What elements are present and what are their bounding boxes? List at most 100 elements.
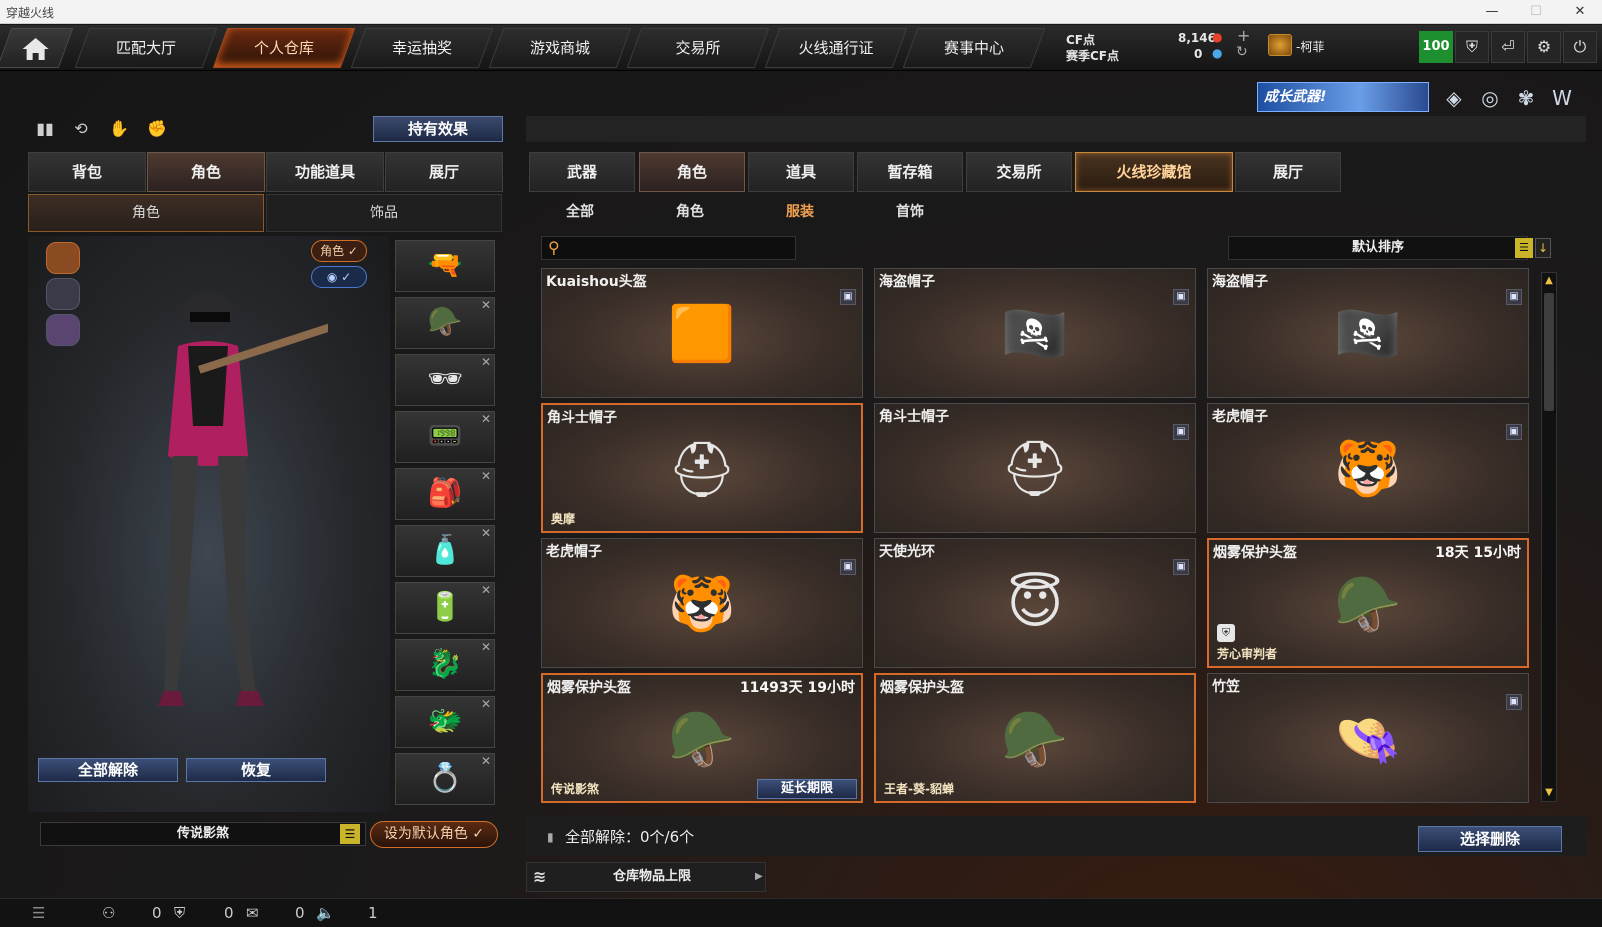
right-subtab-1[interactable]: 角色	[645, 200, 735, 224]
lock-icon[interactable]: ▣	[1173, 559, 1189, 575]
nav-tab-2[interactable]: 幸运抽奖	[350, 28, 494, 68]
minimize-button[interactable]: —	[1470, 0, 1514, 24]
right-tab-6[interactable]: 展厅	[1235, 152, 1341, 192]
sort-direction-icon[interactable]: ↓	[1535, 238, 1551, 258]
equipment-slot[interactable]: 📟 ✕	[395, 411, 495, 463]
right-tab-0[interactable]: 武器	[529, 152, 635, 192]
set-default-role-button[interactable]: 设为默认角色 ✓	[370, 821, 498, 848]
bulk-release-text[interactable]: 全部解除：0个/6个	[565, 826, 694, 847]
remove-icon[interactable]: ✕	[481, 754, 491, 768]
extend-period-button[interactable]: 延长期限	[757, 779, 857, 799]
right-tab-5[interactable]: 火线珍藏馆	[1075, 152, 1233, 192]
right-subtab-2[interactable]: 服装	[755, 200, 845, 224]
item-card[interactable]: 竹笠 👒 ▣	[1207, 673, 1529, 803]
promo-banner[interactable]: 成长武器!	[1257, 82, 1429, 112]
clan-icon[interactable]: ⛨	[174, 904, 185, 922]
right-tab-3[interactable]: 暂存箱	[857, 152, 963, 192]
remove-icon[interactable]: ✕	[481, 583, 491, 597]
equipment-slot[interactable]: 🐲 ✕	[395, 696, 495, 748]
item-card[interactable]: 烟雾保护头盔 🪖 18天 15小时 芳心审判者 ⛨	[1207, 538, 1529, 668]
view-pill[interactable]: ◉ ✓	[311, 266, 367, 288]
sort-select[interactable]: 默认排序	[1228, 236, 1528, 260]
right-subtab-0[interactable]: 全部	[535, 200, 625, 224]
role-pill[interactable]: 角色 ✓	[311, 240, 367, 262]
nav-tab-1[interactable]: 个人仓库	[212, 28, 356, 68]
left-tab-0[interactable]: 背包	[28, 152, 146, 192]
item-card[interactable]: 烟雾保护头盔 🪖 11493天 19小时 传说影煞 延长期限	[541, 673, 863, 803]
lock-icon[interactable]: ▣	[1506, 424, 1522, 440]
left-subtab-1[interactable]: 饰品	[266, 194, 502, 232]
lock-icon[interactable]: ▣	[840, 559, 856, 575]
lock-icon[interactable]: ▣	[1173, 424, 1189, 440]
capacity-bar[interactable]: ≋ 仓库物品上限 ▶	[526, 862, 766, 892]
remove-icon[interactable]: ✕	[481, 526, 491, 540]
equipment-slot[interactable]: 🕶 ✕	[395, 354, 495, 406]
equipment-slot[interactable]: 🎒 ✕	[395, 468, 495, 520]
item-card[interactable]: 老虎帽子 🐯 ▣	[1207, 403, 1529, 533]
wing-mode-icon[interactable]	[46, 314, 80, 346]
equipment-slot[interactable]: 💍 ✕	[395, 753, 495, 805]
exit-room-icon[interactable]: ⏎	[1491, 31, 1525, 63]
nav-tab-3[interactable]: 游戏商城	[488, 28, 632, 68]
power-icon[interactable]: ⏻	[1563, 31, 1597, 63]
remove-icon[interactable]: ✕	[481, 640, 491, 654]
shield-icon[interactable]: ⛨	[1455, 31, 1489, 63]
item-card[interactable]: 天使光环 😇 ▣	[874, 538, 1196, 668]
preset-select[interactable]: 传说影煞	[40, 822, 366, 846]
maximize-button[interactable]: ☐	[1514, 0, 1558, 24]
w-logo-icon[interactable]: W	[1548, 84, 1576, 112]
menu-icon[interactable]: ☰	[340, 824, 360, 844]
right-tab-4[interactable]: 交易所	[966, 152, 1072, 192]
character-preview[interactable]: 角色 ✓ ◉ ✓ 全部解除 恢复	[28, 236, 390, 812]
nav-tab-5[interactable]: 火线通行证	[764, 28, 908, 68]
nav-tab-4[interactable]: 交易所	[626, 28, 770, 68]
left-tab-3[interactable]: 展厅	[385, 152, 503, 192]
release-all-button[interactable]: 全部解除	[38, 758, 178, 782]
stats-icon[interactable]: ▮▮	[32, 116, 58, 142]
right-subtab-3[interactable]: 首饰	[865, 200, 955, 224]
select-delete-button[interactable]: 选择删除	[1418, 826, 1562, 852]
scroll-thumb[interactable]	[1544, 293, 1554, 411]
refresh-icon[interactable]: ↻	[1236, 44, 1248, 60]
close-window-button[interactable]: ✕	[1558, 0, 1602, 24]
level-score[interactable]: 100	[1419, 31, 1453, 63]
hold-effect-button[interactable]: 持有效果	[373, 116, 503, 142]
left-subtab-0[interactable]: 角色	[28, 194, 264, 232]
list-icon[interactable]: ☰	[32, 904, 45, 922]
rotate-icon[interactable]: ⟲	[68, 116, 94, 142]
item-card[interactable]: 老虎帽子 🐯 ▣	[541, 538, 863, 668]
left-tab-1[interactable]: 角色	[147, 152, 265, 192]
gift-icon[interactable]: ✾	[1512, 84, 1540, 112]
item-card[interactable]: 角斗士帽子 ⛑ 奥摩	[541, 403, 863, 533]
search-input[interactable]: ⚲	[541, 236, 796, 260]
lock-icon[interactable]: ▣	[1506, 289, 1522, 305]
eagle-mode-icon[interactable]	[46, 242, 80, 274]
right-tab-1[interactable]: 角色	[639, 152, 745, 192]
item-card[interactable]: 海盗帽子 🏴‍☠️ ▣	[1207, 268, 1529, 398]
sort-menu-icon[interactable]: ☰	[1515, 238, 1533, 258]
fist-icon[interactable]: ✊	[144, 116, 170, 142]
remove-icon[interactable]: ✕	[481, 298, 491, 312]
nav-tab-6[interactable]: 赛事中心	[902, 28, 1046, 68]
scroll-down-icon[interactable]: ▼	[1542, 785, 1556, 801]
scrollbar[interactable]: ▲ ▼	[1541, 272, 1557, 802]
remove-icon[interactable]: ✕	[481, 469, 491, 483]
right-tab-2[interactable]: 道具	[748, 152, 854, 192]
remove-icon[interactable]: ✕	[481, 412, 491, 426]
nav-tab-0[interactable]: 匹配大厅	[74, 28, 218, 68]
equipment-slot[interactable]: 🪖 ✕	[395, 297, 495, 349]
left-tab-2[interactable]: 功能道具	[266, 152, 384, 192]
equipment-slot[interactable]: 🔫	[395, 240, 495, 292]
gear-icon[interactable]: ⚙	[1527, 31, 1561, 63]
item-card[interactable]: 烟雾保护头盔 🪖 王者-葵-貂蝉	[874, 673, 1196, 803]
pose-icon[interactable]: ✋	[106, 116, 132, 142]
home-button[interactable]	[0, 28, 74, 68]
equipment-slot[interactable]: 🐉 ✕	[395, 639, 495, 691]
restore-button[interactable]: 恢复	[186, 758, 326, 782]
globe-icon[interactable]: ◎	[1476, 84, 1504, 112]
speaker-icon[interactable]: 🔈	[316, 904, 335, 922]
lock-icon[interactable]: ▣	[840, 289, 856, 305]
item-card[interactable]: 海盗帽子 🏴‍☠️ ▣	[874, 268, 1196, 398]
friends-icon[interactable]: ⚇	[102, 904, 115, 922]
lock-icon[interactable]: ▣	[1173, 289, 1189, 305]
